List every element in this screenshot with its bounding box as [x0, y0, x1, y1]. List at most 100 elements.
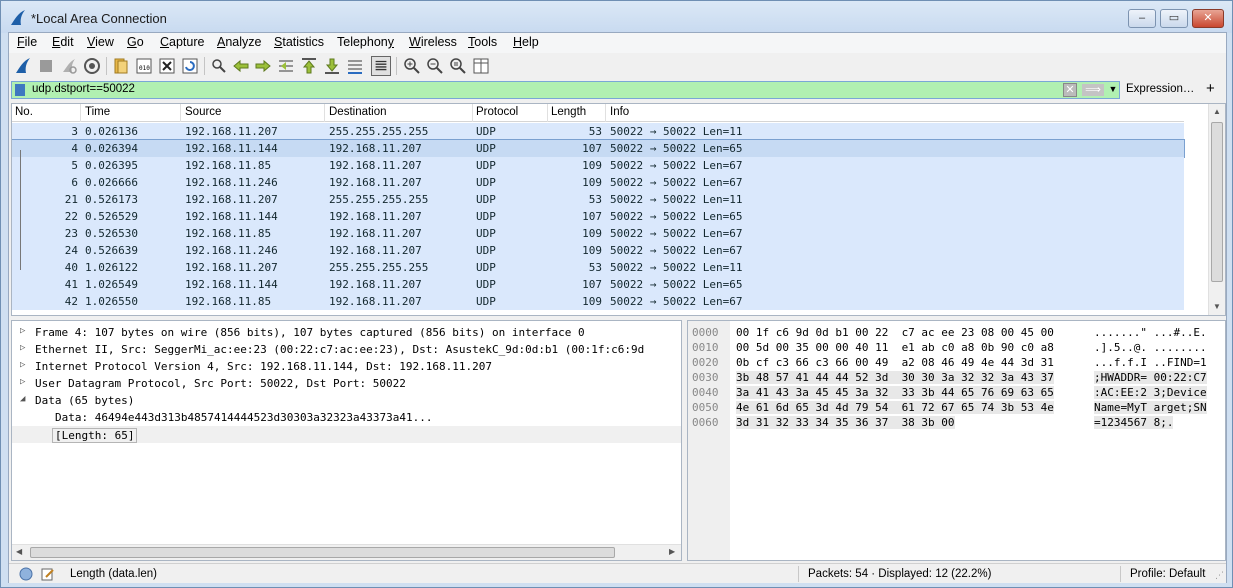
- scroll-left-icon[interactable]: ◀: [16, 547, 22, 556]
- packet-row[interactable]: 22 0.526529 192.168.11.144 192.168.11.207 UD…: [12, 208, 1184, 225]
- apply-filter-icon[interactable]: ⟹: [1082, 84, 1104, 96]
- clear-filter-icon[interactable]: ✕: [1063, 83, 1077, 97]
- resize-columns-icon[interactable]: [471, 56, 491, 76]
- packet-list-scrollbar[interactable]: ▲ ▼: [1208, 104, 1225, 315]
- packet-row[interactable]: 3 0.026136 192.168.11.207 255.255.255.255 UD…: [12, 123, 1184, 140]
- menu-go[interactable]: Go: [127, 35, 144, 49]
- column-header-destination[interactable]: Destination: [329, 106, 387, 118]
- packet-bytes[interactable]: 0000 00 1f c6 9d 0d b1 00 22 c7 ac ee 23 …: [687, 320, 1226, 561]
- scroll-right-icon[interactable]: ▶: [669, 547, 675, 556]
- scrollbar-thumb[interactable]: [1211, 122, 1223, 282]
- save-file-icon[interactable]: 010: [134, 56, 154, 76]
- menu-statistics[interactable]: Statistics: [274, 35, 324, 49]
- packet-row[interactable]: 23 0.526530 192.168.11.85 192.168.11.207 UDP…: [12, 225, 1184, 242]
- bytes-row[interactable]: 0060 3d 31 32 33 34 35 36 37 38 3b 00 =123…: [688, 415, 1225, 430]
- column-divider[interactable]: [80, 104, 81, 122]
- packet-row[interactable]: 6 0.026666 192.168.11.246 192.168.11.207 UDP…: [12, 174, 1184, 191]
- first-packet-icon[interactable]: [299, 56, 319, 76]
- reload-icon[interactable]: [180, 56, 200, 76]
- packet-row[interactable]: 4 0.026394 192.168.11.144 192.168.11.207 UDP…: [12, 139, 1185, 158]
- column-divider[interactable]: [472, 104, 473, 122]
- column-divider[interactable]: [547, 104, 548, 122]
- go-back-icon[interactable]: [231, 56, 251, 76]
- restart-icon[interactable]: [59, 56, 79, 76]
- go-to-packet-icon[interactable]: [276, 56, 296, 76]
- packet-row[interactable]: 24 0.526639 192.168.11.246 192.168.11.207 UD…: [12, 242, 1184, 259]
- column-divider[interactable]: [180, 104, 181, 122]
- column-header-length[interactable]: Length: [551, 106, 586, 118]
- shark-fin-start-icon[interactable]: [13, 56, 33, 76]
- bytes-row[interactable]: 0050 4e 61 6d 65 3d 4d 79 54 61 72 67 65 …: [688, 400, 1225, 415]
- minimize-button[interactable]: ‒: [1128, 9, 1156, 28]
- cell-info: 50022 → 50022 Len=65: [610, 278, 743, 291]
- menu-tools[interactable]: Tools: [468, 35, 497, 49]
- packet-row[interactable]: 5 0.026395 192.168.11.85 192.168.11.207 UDP 1…: [12, 157, 1184, 174]
- expand-arrow-icon[interactable]: ▷: [20, 377, 25, 387]
- expert-info-icon[interactable]: [19, 567, 33, 581]
- close-file-icon[interactable]: [157, 56, 177, 76]
- menu-view[interactable]: View: [87, 35, 114, 49]
- display-filter-input[interactable]: udp.dstport==50022 ✕ ⟹ ▼: [11, 81, 1120, 99]
- column-divider[interactable]: [605, 104, 606, 122]
- menu-edit[interactable]: Edit: [52, 35, 74, 49]
- bookmark-icon[interactable]: [15, 84, 25, 96]
- maximize-button[interactable]: ▭: [1160, 9, 1188, 28]
- column-header-time[interactable]: Time: [85, 106, 110, 118]
- column-header-no[interactable]: No.: [15, 106, 33, 118]
- packet-row[interactable]: 21 0.526173 192.168.11.207 255.255.255.255 U…: [12, 191, 1184, 208]
- menu-telephony[interactable]: Telephony: [337, 35, 394, 49]
- packet-row[interactable]: 42 1.026550 192.168.11.85 192.168.11.207 UDP…: [12, 293, 1184, 310]
- open-file-icon[interactable]: [111, 56, 131, 76]
- profile-label[interactable]: Profile: Default: [1130, 568, 1205, 580]
- expand-arrow-icon[interactable]: ▷: [20, 360, 25, 370]
- expand-arrow-icon[interactable]: ▷: [20, 326, 25, 336]
- normal-size-icon[interactable]: [448, 56, 468, 76]
- detail-data-length[interactable]: [Length: 65]: [12, 426, 681, 443]
- bytes-row[interactable]: 0010 00 5d 00 35 00 00 40 11 e1 ab c0 a8 …: [688, 340, 1225, 355]
- bytes-row[interactable]: 0000 00 1f c6 9d 0d b1 00 22 c7 ac ee 23 …: [688, 325, 1225, 340]
- colorize-icon[interactable]: [371, 56, 391, 76]
- chevron-down-icon[interactable]: ▼: [1107, 84, 1119, 96]
- packet-row[interactable]: 41 1.026549 192.168.11.144 192.168.11.207 UD…: [12, 276, 1184, 293]
- bytes-row[interactable]: 0040 3a 41 43 3a 45 45 3a 32 33 3b 44 65 …: [688, 385, 1225, 400]
- column-header-info[interactable]: Info: [610, 106, 629, 118]
- column-header-source[interactable]: Source: [185, 106, 221, 118]
- menu-wireless[interactable]: Wireless: [409, 35, 457, 49]
- detail-frame[interactable]: ▷ Frame 4: 107 bytes on wire (856 bits),…: [12, 324, 681, 341]
- detail-ipv4[interactable]: ▷ Internet Protocol Version 4, Src: 192.…: [12, 358, 681, 375]
- stop-icon[interactable]: [36, 56, 56, 76]
- zoom-out-icon[interactable]: [425, 56, 445, 76]
- bytes-row[interactable]: 0020 0b cf c3 66 c3 66 00 49 a2 08 46 49 …: [688, 355, 1225, 370]
- scroll-up-icon[interactable]: ▲: [1213, 107, 1221, 116]
- last-packet-icon[interactable]: [322, 56, 342, 76]
- packet-list[interactable]: No. Time Source Destination Protocol Len…: [11, 103, 1226, 316]
- scrollbar-thumb[interactable]: [30, 547, 615, 558]
- menu-capture[interactable]: Capture: [160, 35, 204, 49]
- bytes-row[interactable]: 0030 3b 48 57 41 44 44 52 3d 30 30 3a 32 …: [688, 370, 1225, 385]
- menu-file[interactable]: File: [17, 35, 37, 49]
- auto-scroll-icon[interactable]: [345, 56, 365, 76]
- zoom-in-icon[interactable]: [402, 56, 422, 76]
- resize-grip-icon[interactable]: ⋰: [1215, 570, 1224, 581]
- expression-button[interactable]: Expression…: [1126, 83, 1194, 95]
- find-packet-icon[interactable]: [209, 56, 229, 76]
- expand-arrow-icon[interactable]: ▷: [20, 343, 25, 353]
- packet-row[interactable]: 40 1.026122 192.168.11.207 255.255.255.255 U…: [12, 259, 1184, 276]
- detail-udp[interactable]: ▷ User Datagram Protocol, Src Port: 5002…: [12, 375, 681, 392]
- detail-ethernet[interactable]: ▷ Ethernet II, Src: SeggerMi_ac:ee:23 (0…: [12, 341, 681, 358]
- detail-data-value[interactable]: Data: 46494e443d313b4857414444523d30303a…: [12, 409, 681, 426]
- scroll-down-icon[interactable]: ▼: [1213, 302, 1221, 311]
- collapse-arrow-icon[interactable]: ◢: [20, 394, 25, 404]
- column-divider[interactable]: [324, 104, 325, 122]
- menu-help[interactable]: Help: [513, 35, 539, 49]
- close-button[interactable]: ✕: [1192, 9, 1224, 28]
- add-filter-button[interactable]: +: [1206, 80, 1215, 97]
- detail-data[interactable]: ◢ Data (65 bytes): [12, 392, 681, 409]
- go-forward-icon[interactable]: [253, 56, 273, 76]
- edit-comment-icon[interactable]: [41, 567, 55, 581]
- details-horizontal-scrollbar[interactable]: ◀ ▶: [12, 544, 681, 560]
- capture-options-icon[interactable]: [82, 56, 102, 76]
- menu-analyze[interactable]: Analyze: [217, 35, 261, 49]
- packet-details[interactable]: ▷ Frame 4: 107 bytes on wire (856 bits),…: [11, 320, 682, 561]
- column-header-protocol[interactable]: Protocol: [476, 106, 518, 118]
